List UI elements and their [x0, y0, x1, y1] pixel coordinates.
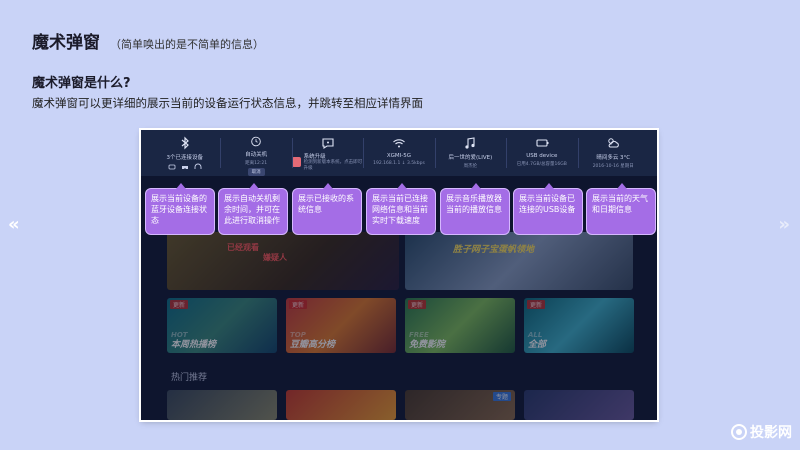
status-sub: 2016-10-16 星期日	[592, 164, 634, 169]
remote-icon	[168, 164, 176, 170]
slide-title: 魔术弹窗	[32, 33, 100, 53]
callout-message: 展示已接收的系统信息	[292, 183, 362, 235]
status-label: XGMI-5G	[386, 153, 412, 159]
message-row: 系统升级 检测到新版本系统，点击即可升级	[291, 152, 363, 171]
status-music[interactable]: 后一世的爱(LIVE) 周杰伦	[434, 130, 506, 176]
brand-logo-icon	[731, 424, 747, 440]
message-icon	[321, 138, 334, 150]
status-weather[interactable]: 晴间多云 3°C 2016-10-16 星期日	[577, 130, 649, 176]
status-auto-shutdown[interactable]: 自动关机 距离12:21 取消	[220, 130, 291, 176]
usb-icon	[536, 139, 549, 147]
magic-popup-bar: 3个已连接设备 自动关机 距离12:21 取消 系统升级 检测到新版本系统，点击…	[141, 130, 657, 176]
weather-icon	[608, 138, 620, 148]
next-slide-arrow[interactable]: »	[778, 214, 790, 235]
status-label: USB device	[526, 153, 558, 159]
message-thumbnail	[291, 156, 301, 167]
status-label: 3个已连接设备	[166, 155, 203, 161]
callout-auto-shutdown: 展示自动关机剩余时间，并可在此进行取消操作	[218, 183, 288, 235]
prev-slide-arrow[interactable]: «	[8, 214, 20, 235]
device-icons	[168, 163, 202, 171]
tv-screen: 已经观看 嫌疑人 胜子网子宝蛋帆领地 更新 HOT 本周热播榜 更新 TOP 豆…	[141, 130, 657, 420]
question-heading: 魔术弹窗是什么?	[32, 76, 131, 91]
clock-icon	[251, 136, 261, 147]
status-bluetooth[interactable]: 3个已连接设备	[149, 130, 220, 176]
gamepad-icon	[181, 166, 188, 169]
status-sub: 周杰伦	[463, 164, 478, 169]
callout-music: 展示音乐播放器当前的播放信息	[440, 183, 510, 235]
brand-name: 投影网	[750, 425, 792, 441]
callout-weather: 展示当前的天气和日期信息	[586, 183, 656, 235]
bluetooth-icon	[181, 136, 189, 150]
wifi-icon	[393, 139, 405, 148]
status-usb[interactable]: USB device 已用4.7GB/总容量16GB	[506, 130, 577, 176]
status-sub: 已用4.7GB/总容量16GB	[516, 162, 567, 167]
status-label: 自动关机	[245, 152, 268, 158]
brand-watermark: 投影网	[731, 422, 792, 442]
question-description: 魔术弹窗可以更详细的展示当前的设备运行状态信息，并跳转至相应详情界面	[32, 96, 423, 110]
status-sub: 检测到新版本系统，点击即可升级	[303, 160, 363, 171]
status-label: 系统升级	[303, 154, 326, 160]
status-label: 后一世的爱(LIVE)	[448, 155, 493, 161]
music-icon	[465, 137, 475, 149]
status-sub: 距离12:21	[245, 161, 268, 166]
callout-usb: 展示当前设备已连接的USB设备	[513, 183, 583, 235]
callout-network: 展示当前已连接网络信息和当前实时下载速度	[366, 183, 436, 235]
callout-bluetooth: 展示当前设备的蓝牙设备连接状态	[145, 183, 215, 235]
slide-subtitle: （简单唤出的是不简单的信息）	[110, 38, 264, 51]
status-sub: 192.168.1.1 ↓ 3.5kbps	[373, 161, 425, 166]
slide-title-row: 魔术弹窗 （简单唤出的是不简单的信息）	[32, 28, 264, 53]
headphone-icon	[194, 163, 202, 169]
status-network[interactable]: XGMI-5G 192.168.1.1 ↓ 3.5kbps	[363, 130, 434, 176]
status-message[interactable]: 系统升级 检测到新版本系统，点击即可升级	[291, 130, 363, 176]
status-label: 晴间多云 3°C	[596, 155, 631, 161]
cancel-shutdown-button[interactable]: 取消	[247, 168, 265, 176]
